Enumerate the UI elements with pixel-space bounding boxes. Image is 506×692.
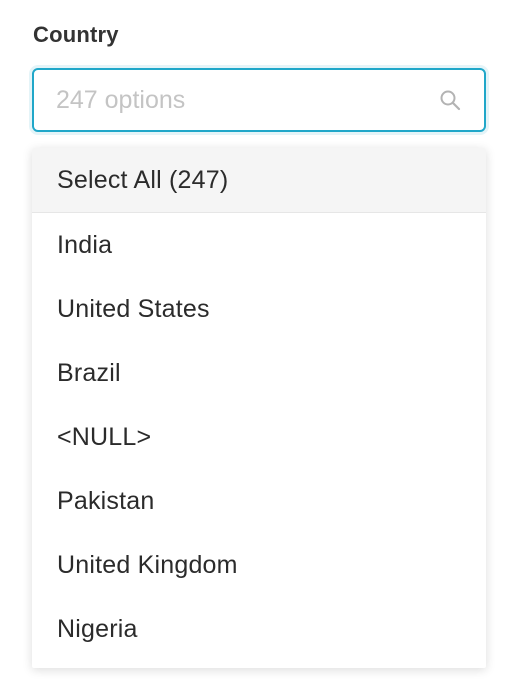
- option-label: United States: [57, 294, 210, 323]
- option-nigeria[interactable]: Nigeria: [32, 597, 486, 661]
- option-label: <NULL>: [57, 422, 152, 451]
- option-null[interactable]: <NULL>: [32, 405, 486, 469]
- search-icon: [440, 90, 461, 111]
- search-box[interactable]: [32, 68, 486, 132]
- option-united-kingdom[interactable]: United Kingdom: [32, 533, 486, 597]
- option-label: Nigeria: [57, 614, 138, 643]
- options-dropdown: Select All (247) India United States Bra…: [32, 148, 486, 668]
- option-label: Brazil: [57, 358, 121, 387]
- option-india[interactable]: India: [32, 213, 486, 277]
- option-label: India: [57, 230, 113, 259]
- select-all-option[interactable]: Select All (247): [32, 148, 486, 213]
- option-pakistan[interactable]: Pakistan: [32, 469, 486, 533]
- search-input[interactable]: [56, 70, 416, 130]
- select-all-label: Select All (247): [57, 165, 229, 194]
- option-label: United Kingdom: [57, 550, 238, 579]
- option-brazil[interactable]: Brazil: [32, 341, 486, 405]
- option-label: Pakistan: [57, 486, 155, 515]
- field-label: Country: [33, 22, 119, 47]
- option-united-states[interactable]: United States: [32, 277, 486, 341]
